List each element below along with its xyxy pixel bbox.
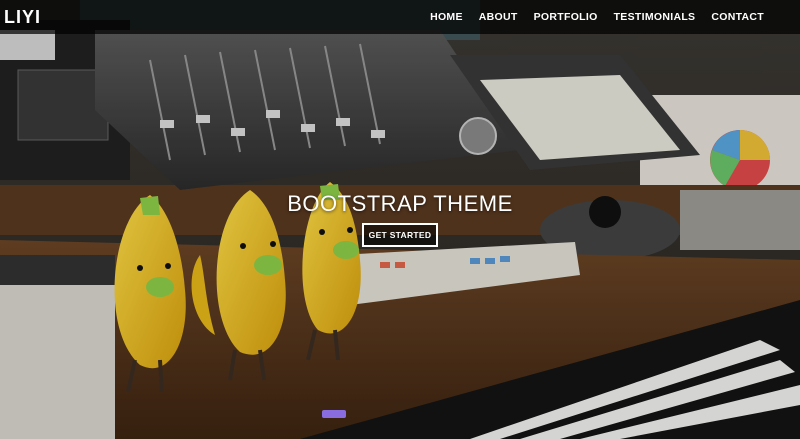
nav-link-contact[interactable]: CONTACT <box>703 0 772 34</box>
nav-links: HOME ABOUT PORTFOLIO TESTIMONIALS CONTAC… <box>422 0 772 34</box>
hero-background-image <box>0 0 800 439</box>
nav-link-home[interactable]: HOME <box>422 0 471 34</box>
brand-logo-link[interactable]: LIYI <box>4 7 41 28</box>
get-started-button[interactable]: GET STARTED <box>362 223 438 247</box>
top-navbar: LIYI HOME ABOUT PORTFOLIO TESTIMONIALS C… <box>0 0 800 34</box>
nav-link-portfolio[interactable]: PORTFOLIO <box>526 0 606 34</box>
nav-link-testimonials[interactable]: TESTIMONIALS <box>606 0 704 34</box>
nav-link-about[interactable]: ABOUT <box>471 0 526 34</box>
hero-title: BOOTSTRAP THEME <box>287 190 513 216</box>
